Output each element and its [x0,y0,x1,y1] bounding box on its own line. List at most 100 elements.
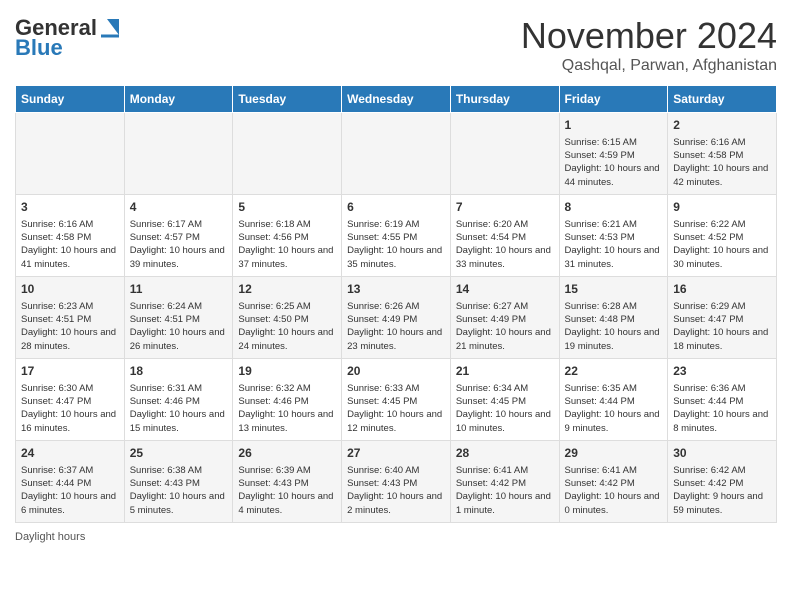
day-number: 11 [130,281,228,298]
calendar-cell: 1 Sunrise: 6:15 AM Sunset: 4:59 PM Daylig… [559,113,668,195]
footer: Daylight hours [15,531,777,543]
day-number: 3 [21,199,119,216]
day-number: 25 [130,445,228,462]
day-number: 7 [456,199,554,216]
day-number: 1 [565,117,663,134]
day-info: Sunrise: 6:15 AM Sunset: 4:59 PM Dayligh… [565,136,663,189]
calendar-cell: 14 Sunrise: 6:27 AM Sunset: 4:49 PM Dayli… [450,277,559,359]
day-number: 27 [347,445,445,462]
weekday-header: Sunday [16,86,125,113]
day-number: 2 [673,117,771,134]
calendar-cell: 28Sunrise: 6:41 AM Sunset: 4:42 PM Dayli… [450,441,559,523]
title-block: November 2024 Qashqal, Parwan, Afghanist… [521,15,777,75]
day-info: Sunrise: 6:27 AM Sunset: 4:49 PM Dayligh… [456,300,554,353]
day-number: 4 [130,199,228,216]
calendar-week-row: 24 Sunrise: 6:37 AM Sunset: 4:44 PM Dayli… [16,441,777,523]
calendar-cell: 22 Sunrise: 6:35 AM Sunset: 4:44 PM Dayli… [559,359,668,441]
day-number: 20 [347,363,445,380]
calendar-cell: 2 Sunrise: 6:16 AM Sunset: 4:58 PM Daylig… [668,113,777,195]
day-info: Sunrise: 6:23 AM Sunset: 4:51 PM Dayligh… [21,300,119,353]
weekday-header: Tuesday [233,86,342,113]
calendar-cell: 27Sunrise: 6:40 AM Sunset: 4:43 PM Dayli… [342,441,451,523]
day-info: Sunrise: 6:38 AM Sunset: 4:43 PM Dayligh… [130,464,228,517]
weekday-header: Friday [559,86,668,113]
day-number: 14 [456,281,554,298]
day-number: 22 [565,363,663,380]
calendar-cell: 10Sunrise: 6:23 AM Sunset: 4:51 PM Dayli… [16,277,125,359]
page-header: General Blue November 2024 Qashqal, Parw… [15,15,777,75]
calendar-cell: 5 Sunrise: 6:18 AM Sunset: 4:56 PM Daylig… [233,195,342,277]
calendar-cell: 29Sunrise: 6:41 AM Sunset: 4:42 PM Dayli… [559,441,668,523]
day-info: Sunrise: 6:32 AM Sunset: 4:46 PM Dayligh… [238,382,336,435]
calendar-table: SundayMondayTuesdayWednesdayThursdayFrid… [15,85,777,523]
logo-blue: Blue [15,35,63,61]
day-info: Sunrise: 6:28 AM Sunset: 4:48 PM Dayligh… [565,300,663,353]
calendar-cell: 15 Sunrise: 6:28 AM Sunset: 4:48 PM Dayli… [559,277,668,359]
day-number: 16 [673,281,771,298]
calendar-cell: 23Sunrise: 6:36 AM Sunset: 4:44 PM Dayli… [668,359,777,441]
calendar-cell: 7Sunrise: 6:20 AM Sunset: 4:54 PM Daylig… [450,195,559,277]
day-number: 24 [21,445,119,462]
day-info: Sunrise: 6:16 AM Sunset: 4:58 PM Dayligh… [21,218,119,271]
calendar-cell: 19 Sunrise: 6:32 AM Sunset: 4:46 PM Dayli… [233,359,342,441]
day-info: Sunrise: 6:42 AM Sunset: 4:42 PM Dayligh… [673,464,771,517]
calendar-cell: 9 Sunrise: 6:22 AM Sunset: 4:52 PM Daylig… [668,195,777,277]
logo-icon [99,17,121,39]
calendar-week-row: 3 Sunrise: 6:16 AM Sunset: 4:58 PM Daylig… [16,195,777,277]
day-number: 17 [21,363,119,380]
calendar-week-row: 17 Sunrise: 6:30 AM Sunset: 4:47 PM Dayli… [16,359,777,441]
calendar-cell: 18 Sunrise: 6:31 AM Sunset: 4:46 PM Dayli… [124,359,233,441]
day-info: Sunrise: 6:39 AM Sunset: 4:43 PM Dayligh… [238,464,336,517]
weekday-header: Thursday [450,86,559,113]
daylight-label: Daylight hours [15,531,85,543]
calendar-week-row: 1 Sunrise: 6:15 AM Sunset: 4:59 PM Daylig… [16,113,777,195]
calendar-cell: 4 Sunrise: 6:17 AM Sunset: 4:57 PM Daylig… [124,195,233,277]
day-number: 8 [565,199,663,216]
day-info: Sunrise: 6:41 AM Sunset: 4:42 PM Dayligh… [456,464,554,517]
day-number: 30 [673,445,771,462]
day-info: Sunrise: 6:33 AM Sunset: 4:45 PM Dayligh… [347,382,445,435]
calendar-week-row: 10Sunrise: 6:23 AM Sunset: 4:51 PM Dayli… [16,277,777,359]
day-info: Sunrise: 6:22 AM Sunset: 4:52 PM Dayligh… [673,218,771,271]
day-number: 5 [238,199,336,216]
calendar-cell: 13Sunrise: 6:26 AM Sunset: 4:49 PM Dayli… [342,277,451,359]
calendar-cell: 8 Sunrise: 6:21 AM Sunset: 4:53 PM Daylig… [559,195,668,277]
day-info: Sunrise: 6:25 AM Sunset: 4:50 PM Dayligh… [238,300,336,353]
calendar-cell: 24 Sunrise: 6:37 AM Sunset: 4:44 PM Dayli… [16,441,125,523]
day-number: 23 [673,363,771,380]
calendar-cell: 25 Sunrise: 6:38 AM Sunset: 4:43 PM Dayli… [124,441,233,523]
calendar-cell [450,113,559,195]
day-number: 15 [565,281,663,298]
calendar-cell: 20 Sunrise: 6:33 AM Sunset: 4:45 PM Dayli… [342,359,451,441]
weekday-header: Saturday [668,86,777,113]
calendar-cell: 12Sunrise: 6:25 AM Sunset: 4:50 PM Dayli… [233,277,342,359]
calendar-cell [342,113,451,195]
day-info: Sunrise: 6:35 AM Sunset: 4:44 PM Dayligh… [565,382,663,435]
calendar-cell [16,113,125,195]
day-info: Sunrise: 6:21 AM Sunset: 4:53 PM Dayligh… [565,218,663,271]
day-number: 19 [238,363,336,380]
day-info: Sunrise: 6:37 AM Sunset: 4:44 PM Dayligh… [21,464,119,517]
day-info: Sunrise: 6:41 AM Sunset: 4:42 PM Dayligh… [565,464,663,517]
day-info: Sunrise: 6:17 AM Sunset: 4:57 PM Dayligh… [130,218,228,271]
calendar-cell [124,113,233,195]
calendar-cell: 17 Sunrise: 6:30 AM Sunset: 4:47 PM Dayli… [16,359,125,441]
calendar-cell: 3 Sunrise: 6:16 AM Sunset: 4:58 PM Daylig… [16,195,125,277]
day-info: Sunrise: 6:16 AM Sunset: 4:58 PM Dayligh… [673,136,771,189]
month-title: November 2024 [521,15,777,57]
day-number: 9 [673,199,771,216]
calendar-cell: 6 Sunrise: 6:19 AM Sunset: 4:55 PM Daylig… [342,195,451,277]
day-number: 6 [347,199,445,216]
day-info: Sunrise: 6:18 AM Sunset: 4:56 PM Dayligh… [238,218,336,271]
day-info: Sunrise: 6:34 AM Sunset: 4:45 PM Dayligh… [456,382,554,435]
logo: General Blue [15,15,121,61]
calendar-cell: 26 Sunrise: 6:39 AM Sunset: 4:43 PM Dayli… [233,441,342,523]
header-row: SundayMondayTuesdayWednesdayThursdayFrid… [16,86,777,113]
day-number: 26 [238,445,336,462]
day-info: Sunrise: 6:30 AM Sunset: 4:47 PM Dayligh… [21,382,119,435]
calendar-cell: 16Sunrise: 6:29 AM Sunset: 4:47 PM Dayli… [668,277,777,359]
day-info: Sunrise: 6:26 AM Sunset: 4:49 PM Dayligh… [347,300,445,353]
day-info: Sunrise: 6:31 AM Sunset: 4:46 PM Dayligh… [130,382,228,435]
day-number: 18 [130,363,228,380]
day-info: Sunrise: 6:19 AM Sunset: 4:55 PM Dayligh… [347,218,445,271]
